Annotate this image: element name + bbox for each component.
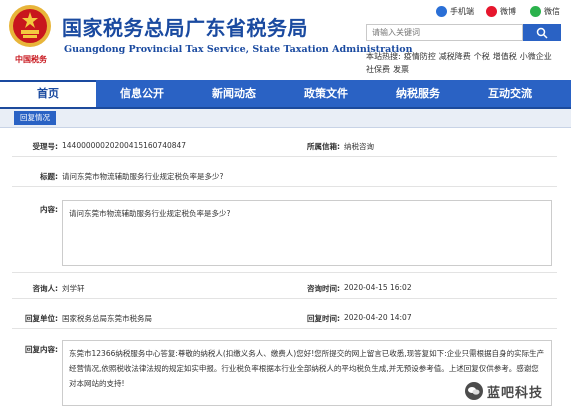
tab-reply-status[interactable]: 回复情况 <box>14 111 56 125</box>
reply-time-label: 回复时间: <box>307 314 340 323</box>
search-input[interactable] <box>366 24 523 41</box>
detail-row-asker: 咨询人: 刘学轩 咨询时间: 2020-04-15 16:02 <box>12 278 557 299</box>
wechat-label: 微信 <box>544 6 560 16</box>
content-text: 请问东莞市物流辅助服务行业规定税负率是多少? <box>69 209 231 218</box>
nav-interaction[interactable]: 互动交流 <box>464 80 556 107</box>
wechat-icon <box>530 5 541 17</box>
category-value: 纳税咨询 <box>344 142 374 151</box>
ask-time-label: 咨询时间: <box>307 284 340 293</box>
mobile-label: 手机端 <box>450 6 474 16</box>
asker-label: 咨询人: <box>32 284 59 293</box>
weibo-icon <box>486 5 497 17</box>
hot-search-label: 本站热搜: <box>366 52 401 61</box>
category-label: 所属信箱: <box>307 142 340 151</box>
subject-value: 请问东莞市物流辅助服务行业规定税负率是多少? <box>62 172 224 181</box>
phone-icon <box>436 5 447 17</box>
accept-no-label: 受理号: <box>32 142 59 151</box>
ask-time-value: 2020-04-15 16:02 <box>344 283 412 292</box>
site-title[interactable]: 国家税务总局广东省税务局 <box>62 12 308 41</box>
detail-row-subject: 标题: 请问东莞市物流辅助服务行业规定税负率是多少? <box>12 166 557 187</box>
detail-row-accept: 受理号: 14400000020200415160740847 所属信箱: 纳税… <box>12 136 557 157</box>
content-label: 内容: <box>40 205 58 214</box>
nav-news[interactable]: 新闻动态 <box>188 80 280 107</box>
asker-value: 刘学轩 <box>62 284 85 293</box>
hot-keyword[interactable]: 增值税 <box>493 52 517 61</box>
content-box: 请问东莞市物流辅助服务行业规定税负率是多少? <box>62 200 552 266</box>
reply-unit-value: 国家税务总局东莞市税务局 <box>62 314 152 323</box>
hot-keyword[interactable]: 社保费 <box>366 65 390 74</box>
subject-label: 标题: <box>40 172 58 181</box>
search-icon <box>536 27 548 39</box>
nav-tax-service[interactable]: 纳税服务 <box>372 80 464 107</box>
hot-keyword[interactable]: 发票 <box>393 65 409 74</box>
hot-keyword[interactable]: 个税 <box>474 52 490 61</box>
reply-unit-label: 回复单位: <box>25 314 58 323</box>
watermark-text: 蓝吧科技 <box>487 385 544 401</box>
site-subtitle: Guangdong Provincial Tax Service, State … <box>64 44 413 55</box>
weibo-link[interactable]: 微博 <box>486 4 516 18</box>
watermark: 蓝吧科技 <box>462 380 550 402</box>
nav-home[interactable]: 首页 <box>0 80 96 107</box>
reply-content-label: 回复内容: <box>25 345 58 354</box>
tax-emblem-icon <box>9 5 51 47</box>
detail-row-reply-unit: 回复单位: 国家税务总局东莞市税务局 回复时间: 2020-04-20 14:0… <box>12 308 557 329</box>
chat-bubble-icon <box>468 387 480 395</box>
nav-info-disclosure[interactable]: 信息公开 <box>96 80 188 107</box>
accept-no-value: 14400000020200415160740847 <box>62 141 187 150</box>
watermark-logo-icon <box>465 382 483 400</box>
mobile-link[interactable]: 手机端 <box>436 4 474 18</box>
hot-search: 本站热搜: 疫情防控 减税降费 个税 增值税 小微企业社保费 发票 <box>366 50 566 76</box>
wechat-link[interactable]: 微信 <box>530 4 560 18</box>
site-header: 中国税务 国家税务总局广东省税务局 Guangdong Provincial T… <box>0 0 571 78</box>
weibo-label: 微博 <box>500 6 516 16</box>
search-button[interactable] <box>523 24 561 41</box>
detail-row-content: 内容: 请问东莞市物流辅助服务行业规定税负率是多少? <box>12 196 557 273</box>
hot-keyword[interactable]: 减税降费 <box>439 52 471 61</box>
subtab-bar: 回复情况 <box>0 109 571 128</box>
emblem-caption: 中国税务 <box>15 54 47 64</box>
main-nav: 首页 信息公开 新闻动态 政策文件 纳税服务 互动交流 <box>0 80 571 109</box>
reply-time-value: 2020-04-20 14:07 <box>344 313 412 322</box>
hot-keyword[interactable]: 疫情防控 <box>404 52 436 61</box>
nav-policy[interactable]: 政策文件 <box>280 80 372 107</box>
hot-keyword[interactable]: 小微企业 <box>520 52 552 61</box>
